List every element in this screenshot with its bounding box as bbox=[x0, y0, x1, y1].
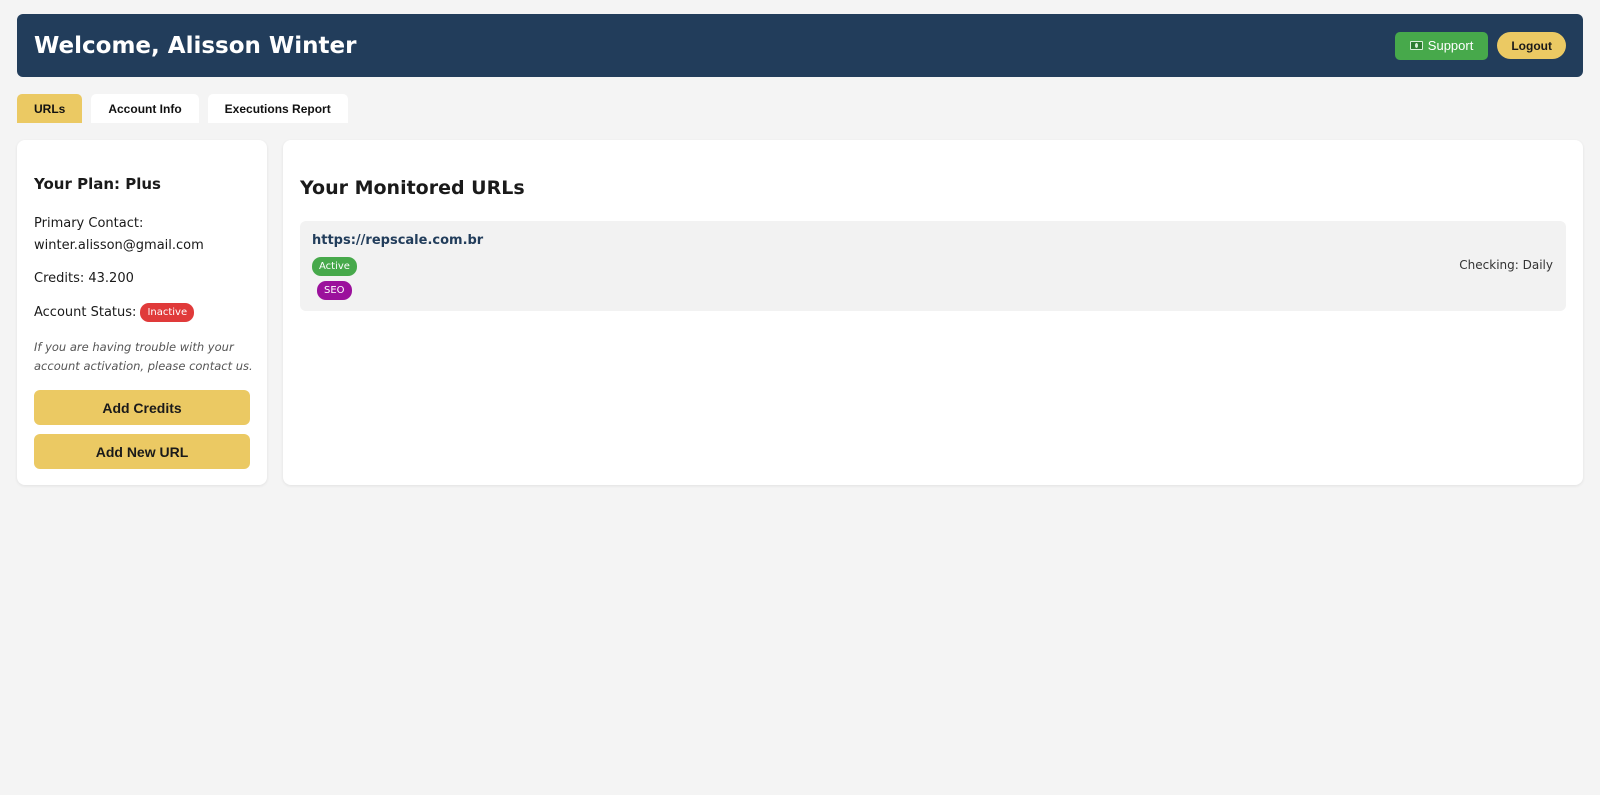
check-frequency: Checking: Daily bbox=[1459, 258, 1553, 272]
support-button[interactable]: Support bbox=[1394, 31, 1489, 60]
monitored-urls-title: Your Monitored URLs bbox=[300, 177, 525, 199]
plan-title: Your Plan: Plus bbox=[34, 175, 161, 193]
status-badge: Inactive bbox=[140, 303, 195, 322]
contact-label: Primary Contact: bbox=[34, 216, 144, 231]
header: Welcome, Alisson Winter Support Logout bbox=[17, 14, 1583, 77]
add-credits-button[interactable]: Add Credits bbox=[34, 390, 250, 425]
contact-email: winter.alisson@gmail.com bbox=[34, 238, 204, 253]
monitored-urls-card: Your Monitored URLs https://repscale.com… bbox=[283, 140, 1583, 485]
account-card: Your Plan: Plus Primary Contact: winter.… bbox=[17, 140, 267, 485]
help-text: If you are having trouble with your acco… bbox=[34, 340, 253, 373]
money-icon bbox=[1409, 41, 1423, 50]
logout-button[interactable]: Logout bbox=[1497, 32, 1566, 59]
header-actions: Support Logout bbox=[1394, 31, 1566, 60]
tab-urls[interactable]: URLs bbox=[17, 94, 83, 123]
add-new-url-button[interactable]: Add New URL bbox=[34, 434, 250, 469]
tab-account-info[interactable]: Account Info bbox=[91, 94, 199, 123]
support-label: Support bbox=[1427, 38, 1474, 53]
status-label: Account Status: bbox=[34, 305, 137, 320]
url-list-item[interactable]: https://repscale.com.br Active SEO Check… bbox=[300, 221, 1566, 311]
primary-contact: Primary Contact: winter.alisson@gmail.co… bbox=[34, 213, 254, 257]
dashboard-page: Welcome, Alisson Winter Support Logout U… bbox=[0, 0, 1600, 795]
account-status: Account Status: Inactive bbox=[34, 303, 195, 322]
tab-bar: URLs Account Info Executions Report bbox=[17, 94, 348, 123]
url-status-badge: Active bbox=[312, 257, 357, 276]
credits-value: Credits: 43.200 bbox=[34, 271, 134, 286]
tab-executions-report[interactable]: Executions Report bbox=[207, 94, 348, 123]
url-link[interactable]: https://repscale.com.br bbox=[312, 233, 483, 248]
url-tag-badge: SEO bbox=[317, 281, 352, 300]
welcome-title: Welcome, Alisson Winter bbox=[34, 32, 357, 59]
